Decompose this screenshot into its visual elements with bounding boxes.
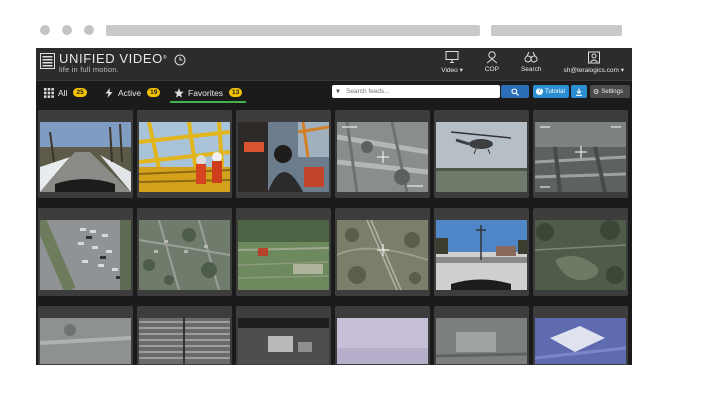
- nav-user-label: sh@teralogics.com: [563, 67, 619, 74]
- logo-mark-icon: [40, 53, 55, 69]
- binoculars-icon: [524, 51, 538, 63]
- feed-thumbnail: [337, 220, 428, 290]
- nav-cop[interactable]: COP: [485, 50, 499, 74]
- nav-user[interactable]: sh@teralogics.com ▾: [564, 50, 624, 74]
- tab-all-label: All: [58, 87, 68, 98]
- feed-thumbnail: [436, 122, 527, 192]
- browser-toolbar-placeholder: [491, 25, 622, 36]
- top-nav: Video ▾ COP Search sh@teralogics.com ▾: [419, 50, 624, 74]
- feed-tile-oil-rig[interactable]: [137, 110, 232, 198]
- tutorial-label: Tutorial: [545, 88, 565, 95]
- chevron-down-icon: ▾: [459, 67, 463, 74]
- tab-active[interactable]: Active 19: [104, 84, 161, 101]
- lightning-icon: [105, 87, 113, 98]
- nav-video[interactable]: Video ▾: [441, 50, 463, 74]
- settings-label: Settings: [601, 88, 623, 95]
- tab-bar: All 25 Active 19 Favorites 13 ▼ Search f…: [36, 81, 632, 103]
- map-pin-icon: [486, 51, 498, 64]
- question-icon: ?: [536, 88, 543, 95]
- feed-thumbnail: [40, 122, 131, 192]
- feed-tile-helicopter-cockpit[interactable]: [236, 110, 331, 198]
- feed-thumbnail: [238, 220, 329, 290]
- search-icon: [511, 87, 519, 96]
- logo[interactable]: UNIFIED VIDEO® life in full motion.: [40, 52, 167, 74]
- window-dot: [40, 25, 50, 35]
- feed-thumbnail: [337, 318, 428, 364]
- app-window: UNIFIED VIDEO® life in full motion. Vide…: [36, 48, 632, 365]
- feed-tile-street-winter[interactable]: [434, 208, 529, 296]
- feed-tile-thermal-building[interactable]: [434, 306, 529, 365]
- grid-icon: [44, 87, 54, 98]
- feed-tile-thermal-aerial[interactable]: [335, 110, 430, 198]
- clock-icon[interactable]: [174, 54, 186, 66]
- tab-favorites-label: Favorites: [188, 87, 223, 98]
- tab-favorites-count-badge: 13: [228, 88, 243, 97]
- tagline: life in full motion.: [59, 65, 119, 74]
- logo-wordmark: UNIFIED VIDEO: [59, 51, 163, 66]
- logo-trademark: ®: [162, 55, 168, 61]
- feed-thumbnail: [40, 318, 131, 364]
- window-dot: [62, 25, 72, 35]
- feed-thumbnail: [139, 122, 230, 192]
- feed-tile-scanlines[interactable]: [137, 306, 232, 365]
- gear-icon: ⚙: [593, 88, 600, 96]
- feed-thumbnail: [238, 318, 329, 364]
- download-button[interactable]: [571, 85, 587, 98]
- nav-video-label-wrap: Video ▾: [441, 66, 463, 74]
- chevron-down-icon[interactable]: ▼: [335, 89, 344, 95]
- feed-tile-thermal-night[interactable]: [533, 110, 628, 198]
- nav-search[interactable]: Search: [521, 50, 542, 74]
- feed-tile-lavender-sky[interactable]: [335, 306, 430, 365]
- feed-tile-parking-lot[interactable]: [38, 208, 133, 296]
- tutorial-button[interactable]: ? Tutorial: [533, 85, 569, 98]
- feed-tile-thermal-grey[interactable]: [38, 306, 133, 365]
- top-bar: UNIFIED VIDEO® life in full motion. Vide…: [36, 48, 632, 81]
- feed-tile-aerial-forest[interactable]: [533, 208, 628, 296]
- feed-thumbnail: [40, 220, 131, 290]
- feed-tile-bw-industrial[interactable]: [236, 306, 331, 365]
- logo-text-block: UNIFIED VIDEO® life in full motion.: [59, 52, 167, 74]
- search-button[interactable]: [501, 85, 529, 98]
- tab-favorites[interactable]: Favorites 13: [170, 84, 247, 103]
- window-dot: [84, 25, 94, 35]
- nav-search-label: Search: [520, 66, 542, 73]
- tab-active-label: Active: [118, 87, 142, 98]
- tab-all[interactable]: All 25: [44, 84, 87, 101]
- star-icon: [174, 87, 184, 98]
- feed-thumbnail: [436, 220, 527, 290]
- feed-thumbnail: [436, 318, 527, 364]
- window-controls: [40, 25, 94, 35]
- feed-thumbnail: [337, 122, 428, 192]
- feed-tile-helicopter-sky[interactable]: [434, 110, 529, 198]
- tab-all-count-badge: 25: [73, 88, 87, 97]
- feed-tile-aerial-neighborhood[interactable]: [137, 208, 232, 296]
- feed-thumbnail: [238, 122, 329, 192]
- feed-thumbnail: [535, 220, 626, 290]
- feed-tile-aerial-warehouse[interactable]: [533, 306, 628, 365]
- settings-button[interactable]: ⚙ Settings: [590, 85, 630, 98]
- address-bar-placeholder: [106, 25, 480, 36]
- nav-video-label: Video: [441, 67, 458, 74]
- feed-tile-aerial-rail[interactable]: [335, 208, 430, 296]
- feed-thumbnail: [139, 220, 230, 290]
- nav-cop-label: COP: [484, 66, 499, 73]
- feed-thumbnail: [535, 122, 626, 192]
- tab-active-count-badge: 19: [147, 88, 161, 97]
- feed-thumbnail: [535, 318, 626, 364]
- search-box: ▼: [332, 85, 500, 98]
- feed-tile-aerial-field[interactable]: [236, 208, 331, 296]
- user-badge-icon: [587, 51, 600, 64]
- logo-text: UNIFIED VIDEO®: [59, 52, 167, 65]
- chevron-down-icon: ▾: [620, 67, 624, 74]
- download-icon: [576, 88, 582, 96]
- monitor-icon: [445, 51, 459, 63]
- feed-thumbnail: [139, 318, 230, 364]
- nav-user-label-wrap: sh@teralogics.com ▾: [564, 66, 624, 74]
- feed-tile-snowy-road[interactable]: [38, 110, 133, 198]
- search-input[interactable]: [344, 87, 488, 96]
